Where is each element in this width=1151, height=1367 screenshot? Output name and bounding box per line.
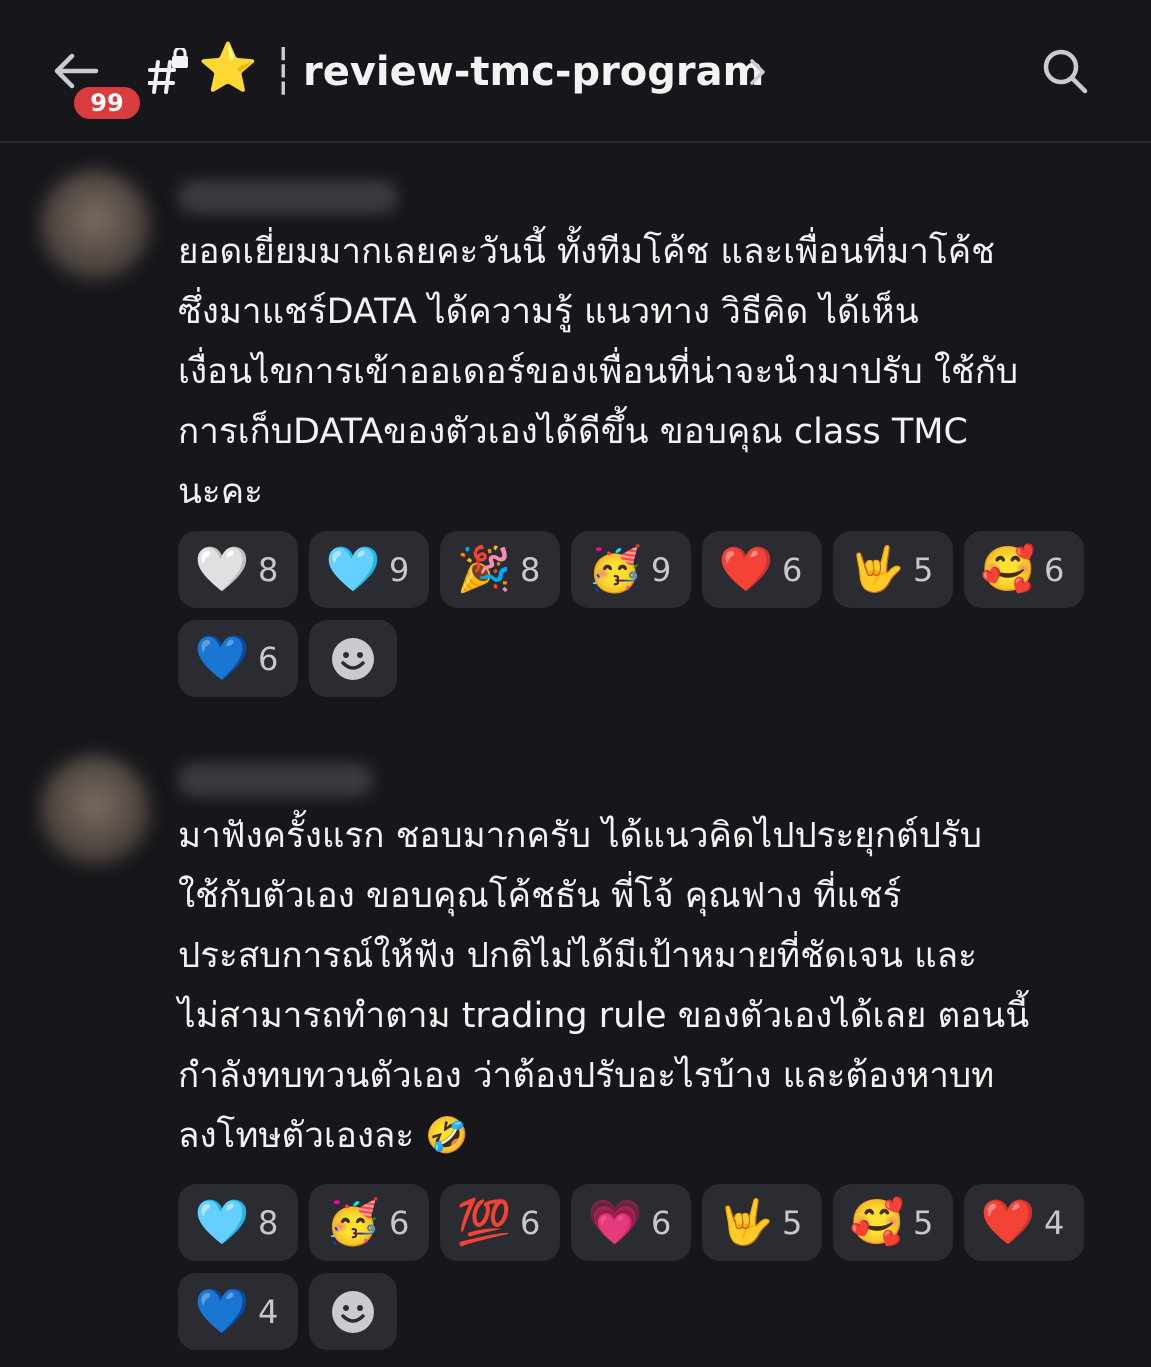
reaction-button[interactable]: ❤️ 6 (702, 531, 822, 608)
reaction-count: 6 (782, 550, 803, 589)
reaction-button[interactable]: 🩵 8 (178, 1184, 298, 1261)
unread-badge: 99 (70, 83, 144, 123)
reaction-count: 6 (1044, 550, 1065, 589)
reaction-button[interactable]: 💗 6 (571, 1184, 691, 1261)
red-heart-icon: ❤️ (718, 543, 774, 595)
pink-heart-icon: 💗 (587, 1196, 643, 1248)
message-text: ยอดเยี่ยมมากเลยคะวันนี้ ทั้งทีมโค้ช และเ… (178, 232, 1019, 512)
reaction-count: 6 (258, 639, 279, 678)
add-reaction-button[interactable] (309, 620, 397, 697)
reaction-bar: 🩵 8 🥳 6 💯 6 💗 6 🤟 5 🥰 5 ❤️ 4 💙 4 (178, 1184, 1098, 1350)
reaction-button[interactable]: 🎉 8 (440, 531, 560, 608)
reaction-count: 6 (520, 1203, 541, 1242)
light-blue-heart-icon: 🩵 (325, 543, 381, 595)
reaction-count: 5 (913, 1203, 934, 1242)
partying-face-icon: 🥳 (325, 1196, 381, 1248)
reaction-button[interactable]: 🥳 6 (309, 1184, 429, 1261)
smiley-add-reaction-icon (332, 637, 374, 680)
reaction-count: 5 (913, 550, 934, 589)
white-heart-icon: 🤍 (194, 543, 250, 595)
smiling-face-with-hearts-icon: 🥰 (849, 1196, 905, 1248)
love-you-gesture-icon: 🤟 (849, 543, 905, 595)
reaction-count: 5 (782, 1203, 803, 1242)
hundred-points-icon: 💯 (456, 1196, 512, 1248)
reaction-button[interactable]: 🤍 8 (178, 531, 298, 608)
party-popper-icon: 🎉 (456, 543, 512, 595)
reaction-count: 4 (1044, 1203, 1065, 1242)
username-blurred[interactable] (178, 180, 398, 214)
love-you-gesture-icon: 🤟 (718, 1196, 774, 1248)
username-blurred[interactable] (178, 763, 373, 797)
chevron-right-icon[interactable] (748, 57, 768, 87)
reaction-button[interactable]: 💙 4 (178, 1273, 298, 1350)
reaction-button[interactable]: 💙 6 (178, 620, 298, 697)
reaction-button[interactable]: 💯 6 (440, 1184, 560, 1261)
reaction-button[interactable]: 🤟 5 (833, 531, 953, 608)
smiling-face-with-hearts-icon: 🥰 (980, 543, 1036, 595)
red-heart-icon: ❤️ (980, 1196, 1036, 1248)
smiley-add-reaction-icon (332, 1290, 374, 1333)
reaction-count: 8 (258, 1203, 279, 1242)
add-reaction-button[interactable] (309, 1273, 397, 1350)
locked-channel-hash-icon (148, 48, 188, 94)
reaction-count: 6 (389, 1203, 410, 1242)
reaction-count: 9 (651, 550, 672, 589)
avatar[interactable] (40, 755, 150, 865)
channel-header: 99 ⭐ ┆ review-tmc-program (0, 0, 1151, 143)
reaction-button[interactable]: 🤟 5 (702, 1184, 822, 1261)
channel-separator: ┆ (270, 46, 297, 97)
reaction-button[interactable]: 🥰 5 (833, 1184, 953, 1261)
reaction-count: 6 (651, 1203, 672, 1242)
reaction-count: 8 (258, 550, 279, 589)
star-icon: ⭐ (198, 40, 258, 96)
avatar[interactable] (40, 170, 150, 280)
reaction-count: 8 (520, 550, 541, 589)
reaction-button[interactable]: 🥳 9 (571, 531, 691, 608)
reaction-button[interactable]: 🥰 6 (964, 531, 1084, 608)
reaction-bar: 🤍 8 🩵 9 🎉 8 🥳 9 ❤️ 6 🤟 5 🥰 6 💙 6 (178, 531, 1098, 697)
message-text: มาฟังครั้งแรก ชอบมากครับ ได้แนวคิดไปประย… (178, 816, 1030, 1156)
reaction-button[interactable]: 🩵 9 (309, 531, 429, 608)
reaction-button[interactable]: ❤️ 4 (964, 1184, 1084, 1261)
reaction-count: 9 (389, 550, 410, 589)
search-icon[interactable] (1040, 46, 1090, 96)
reaction-count: 4 (258, 1292, 279, 1331)
partying-face-icon: 🥳 (587, 543, 643, 595)
light-blue-heart-icon: 🩵 (194, 1196, 250, 1248)
blue-heart-icon: 💙 (194, 1285, 250, 1337)
blue-heart-icon: 💙 (194, 632, 250, 684)
channel-name[interactable]: review-tmc-program (303, 44, 764, 100)
